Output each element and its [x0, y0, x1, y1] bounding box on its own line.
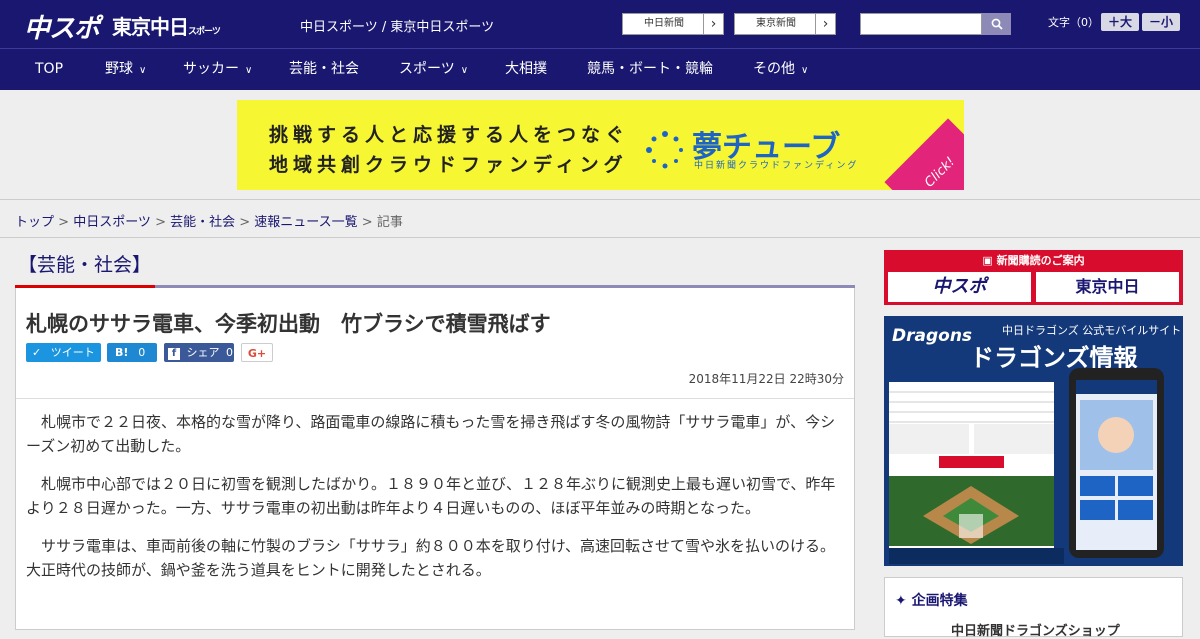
tokyo-chunichi-logo[interactable]: 東京中日スポーツ	[112, 11, 221, 40]
section-title: 【芸能・社会】	[18, 254, 152, 276]
bookmark-icon: ✦	[895, 593, 912, 609]
breadcrumb-news[interactable]: 速報ニュース一覧	[254, 215, 357, 230]
breadcrumb-sep: >	[54, 215, 74, 230]
chevron-down-icon: ∨	[245, 65, 253, 76]
phone-app-icon	[1076, 380, 1157, 520]
site-names: 中日スポーツ / 東京中日スポーツ	[300, 20, 495, 35]
subscribe-box[interactable]: ▣ 新聞購読のご案内 中スポ 東京中日	[884, 250, 1183, 305]
search-button[interactable]	[982, 13, 1011, 35]
facebook-share-button[interactable]: f シェア 0	[164, 343, 234, 362]
nav-item-entertainment[interactable]: 芸能・社会	[289, 49, 359, 89]
dragons-footer-bar	[889, 548, 1064, 564]
nav-item-sports[interactable]: スポーツ ∨	[399, 49, 468, 89]
nav-label: 芸能・社会	[289, 61, 359, 77]
dots-logo-icon	[646, 131, 683, 169]
breadcrumb-category[interactable]: 芸能・社会	[170, 215, 235, 230]
search-input[interactable]	[860, 13, 982, 35]
tokyo-shimbun-link[interactable]: 東京新聞 ›	[734, 13, 836, 35]
nav-item-racing[interactable]: 競馬・ボート・競輪	[587, 49, 713, 89]
nav-item-top[interactable]: TOP	[35, 49, 63, 89]
breadcrumb-sep: >	[150, 215, 171, 230]
nav-label: その他	[753, 61, 795, 77]
nav-label: スポーツ	[399, 61, 455, 77]
article-paragraph: ササラ電車は、車両前後の軸に竹製のブラシ「ササラ」約８００本を取り付け、高速回転…	[26, 537, 835, 579]
chuspo-logo[interactable]: 中スポ	[24, 8, 100, 45]
subscribe-heading-text: 新聞購読のご案内	[996, 254, 1085, 267]
dragons-subtitle: 中日ドラゴンズ 公式モバイルサイト	[1002, 324, 1182, 337]
nav-item-baseball[interactable]: 野球 ∨	[105, 49, 146, 89]
newspaper-icon: ▣	[982, 254, 997, 267]
tweet-button[interactable]: ✓ ツイート	[26, 343, 101, 362]
hatena-button[interactable]: B! 0	[107, 343, 157, 362]
banner-brand-sub: 中日新聞クラウドファンディング	[694, 161, 859, 171]
article-paragraph: 札幌市中心部では２０日に初雪を観測したばかり。１８９０年と並び、１２８年ぶりに観…	[26, 475, 836, 517]
nav-label: TOP	[35, 61, 64, 77]
banner-line-2: 地域共創クラウドファンディング	[269, 154, 628, 176]
article-divider	[16, 398, 854, 399]
tokyo-logo-small: スポーツ	[188, 27, 221, 37]
article-body: 札幌市で２２日夜、本格的な雪が降り、路面電車の線路に積もった雪を掃き飛ばす冬の風…	[26, 410, 846, 596]
breadcrumb-chunichi[interactable]: 中日スポーツ	[73, 215, 151, 230]
facebook-share-count: 0	[226, 346, 233, 359]
font-size-label: 文字（0）	[1048, 16, 1099, 29]
hatena-icon: B!	[115, 346, 129, 359]
banner-line-1: 挑戦する人と応援する人をつなぐ	[269, 124, 630, 146]
subscribe-chuspo-button[interactable]: 中スポ	[888, 272, 1031, 302]
banner-area: 挑戦する人と応援する人をつなぐ 地域共創クラウドファンディング 夢チューブ 中日…	[0, 90, 1200, 200]
chunichi-shimbun-label: 中日新聞	[644, 18, 684, 29]
font-larger-button[interactable]: ＋大	[1101, 13, 1139, 31]
subscribe-tokyo-button[interactable]: 東京中日	[1036, 272, 1179, 302]
facebook-icon: f	[168, 348, 180, 360]
dragons-logo: Dragons	[892, 326, 973, 346]
tokyo-logo-text: 東京中日	[112, 15, 189, 39]
article-paragraph: 札幌市で２２日夜、本格的な雪が降り、路面電車の線路に積もった雪を掃き飛ばす冬の風…	[26, 413, 836, 455]
chevron-right-icon: ›	[815, 14, 835, 34]
project-box: ✦ 企画特集 中日新聞ドラゴンズショップ	[884, 577, 1183, 639]
search-icon	[991, 18, 1003, 30]
nav-label: 野球	[105, 61, 133, 77]
project-heading: ✦ 企画特集	[895, 590, 968, 610]
article: 札幌のササラ電車、今季初出動 竹ブラシで積雪飛ばす ✓ ツイート B! 0 f …	[15, 288, 855, 630]
hatena-count: 0	[138, 346, 146, 359]
baseball-diamond-icon	[923, 486, 1019, 544]
gplus-button[interactable]: G+	[241, 343, 273, 362]
chevron-down-icon: ∨	[801, 65, 809, 76]
breadcrumb-sep: >	[235, 215, 255, 230]
scoreboard-grid-icon	[889, 372, 1054, 468]
top-bar: 中スポ 東京中日スポーツ 中日スポーツ / 東京中日スポーツ 中日新聞 › 東京…	[0, 0, 1200, 48]
subscribe-heading: ▣ 新聞購読のご案内	[884, 252, 1183, 268]
facebook-share-label: シェア	[186, 346, 220, 359]
nav-item-sumo[interactable]: 大相撲	[505, 49, 547, 89]
nav-item-soccer[interactable]: サッカー ∨	[183, 49, 252, 89]
chevron-right-icon: ›	[703, 14, 723, 34]
nav-item-other[interactable]: その他 ∨	[753, 49, 808, 89]
gplus-icon: G+	[247, 347, 267, 360]
font-smaller-button[interactable]: －小	[1142, 13, 1180, 31]
breadcrumb-current: 記事	[376, 215, 403, 230]
chevron-down-icon: ∨	[139, 65, 147, 76]
tokyo-shimbun-label: 東京新聞	[756, 18, 796, 29]
project-heading-text: 企画特集	[911, 593, 968, 609]
nav-label: 競馬・ボート・競輪	[587, 61, 713, 77]
twitter-icon: ✓	[32, 346, 42, 359]
article-headline: 札幌のササラ電車、今季初出動 竹ブラシで積雪飛ばす	[26, 312, 551, 336]
chunichi-shimbun-link[interactable]: 中日新聞 ›	[622, 13, 724, 35]
chevron-down-icon: ∨	[460, 65, 469, 76]
dragons-mobile-ad[interactable]: Dragons 中日ドラゴンズ 公式モバイルサイト ドラゴンズ情報	[884, 316, 1183, 566]
breadcrumb-sep: >	[357, 215, 377, 230]
baseball-field-image	[889, 476, 1054, 546]
phone-screen	[1076, 380, 1157, 550]
breadcrumb-top[interactable]: トップ	[15, 215, 54, 230]
tweet-label: ツイート	[50, 346, 95, 359]
crowdfunding-banner[interactable]: 挑戦する人と応援する人をつなぐ 地域共創クラウドファンディング 夢チューブ 中日…	[237, 100, 964, 190]
nav-label: サッカー	[183, 61, 239, 77]
main-nav: TOP 野球 ∨ サッカー ∨ 芸能・社会 スポーツ ∨ 大相撲 競馬・ボート・競輪 …	[0, 48, 1200, 90]
breadcrumb: トップ > 中日スポーツ > 芸能・社会 > 速報ニュース一覧 > 記事	[15, 211, 403, 230]
nav-label: 大相撲	[505, 61, 547, 77]
article-date: 2018年11月22日 22時30分	[688, 372, 844, 386]
